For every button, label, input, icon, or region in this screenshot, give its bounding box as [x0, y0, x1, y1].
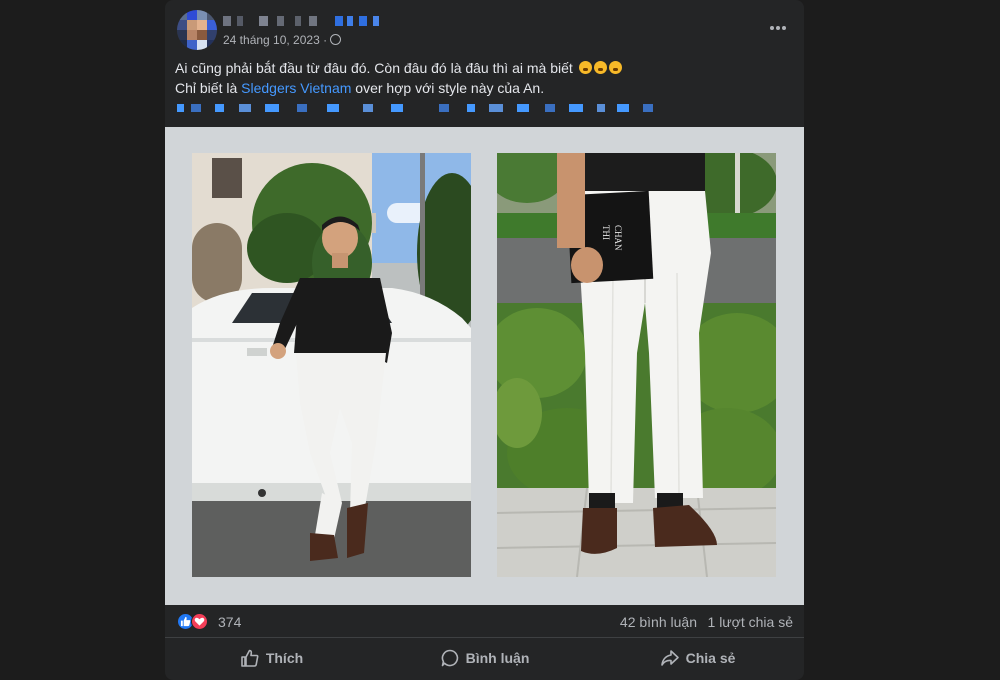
post-text-prefix: Chỉ biết là [175, 80, 242, 96]
like-button[interactable]: Thích [165, 639, 378, 676]
more-options-button[interactable] [766, 18, 790, 38]
dot-icon [770, 26, 774, 30]
post-text-line-2: Chỉ biết là Sledgers Vietnam over hợp vớ… [175, 78, 622, 98]
comment-button[interactable]: Bình luận [378, 639, 591, 676]
dot-icon [776, 26, 780, 30]
post-timestamp[interactable]: 24 tháng 10, 2023 · [223, 33, 342, 47]
disappointed-face-icon [578, 61, 592, 74]
disappointed-face-icon [608, 61, 622, 74]
photo-man-leaning-on-white-car[interactable] [192, 153, 471, 577]
svg-text:THI: THI [601, 225, 611, 240]
globe-icon [330, 34, 342, 45]
dot-icon [782, 26, 786, 30]
timestamp-text: 24 tháng 10, 2023 · [223, 33, 328, 47]
thumbs-up-icon [241, 649, 259, 667]
post-actions: Thích Bình luận Chia sẻ [165, 639, 804, 676]
photo-white-trousers-closeup[interactable]: CHAN THI [497, 153, 776, 577]
post-text-content: Ai cũng phải bắt đầu từ đâu đó. Còn đâu … [175, 60, 573, 76]
love-reaction-icon [191, 613, 208, 630]
shares-count[interactable]: 1 lượt chia sẻ [708, 614, 793, 630]
reactions-bar: 374 42 bình luận 1 lượt chia sẻ [165, 605, 804, 638]
avatar[interactable] [177, 10, 217, 50]
hashtags-redacted[interactable] [177, 104, 804, 114]
post-text-line-1: Ai cũng phải bắt đầu từ đâu đó. Còn đâu … [175, 58, 622, 78]
like-label: Thích [265, 649, 304, 666]
svg-text:CHAN: CHAN [613, 225, 623, 251]
post-text-suffix: over hợp với style này của An. [351, 80, 545, 96]
share-label: Chia sẻ [685, 649, 736, 666]
share-button[interactable]: Chia sẻ [591, 639, 804, 676]
reaction-icons[interactable] [177, 613, 213, 631]
post-card: 24 tháng 10, 2023 · Ai cũng phải bắt đầu… [165, 0, 804, 680]
post-media: CHAN THI [165, 127, 804, 605]
disappointed-face-icon [593, 61, 607, 74]
reaction-count[interactable]: 374 [218, 614, 241, 630]
comment-label: Bình luận [465, 649, 530, 666]
post-header: 24 tháng 10, 2023 · [165, 0, 804, 55]
comments-count[interactable]: 42 bình luận [620, 614, 697, 630]
author-name-redacted[interactable] [223, 16, 393, 26]
comment-icon [441, 649, 458, 666]
post-text: Ai cũng phải bắt đầu từ đâu đó. Còn đâu … [175, 58, 622, 98]
share-icon [660, 649, 679, 666]
page-mention-link[interactable]: Sledgers Vietnam [241, 80, 351, 96]
